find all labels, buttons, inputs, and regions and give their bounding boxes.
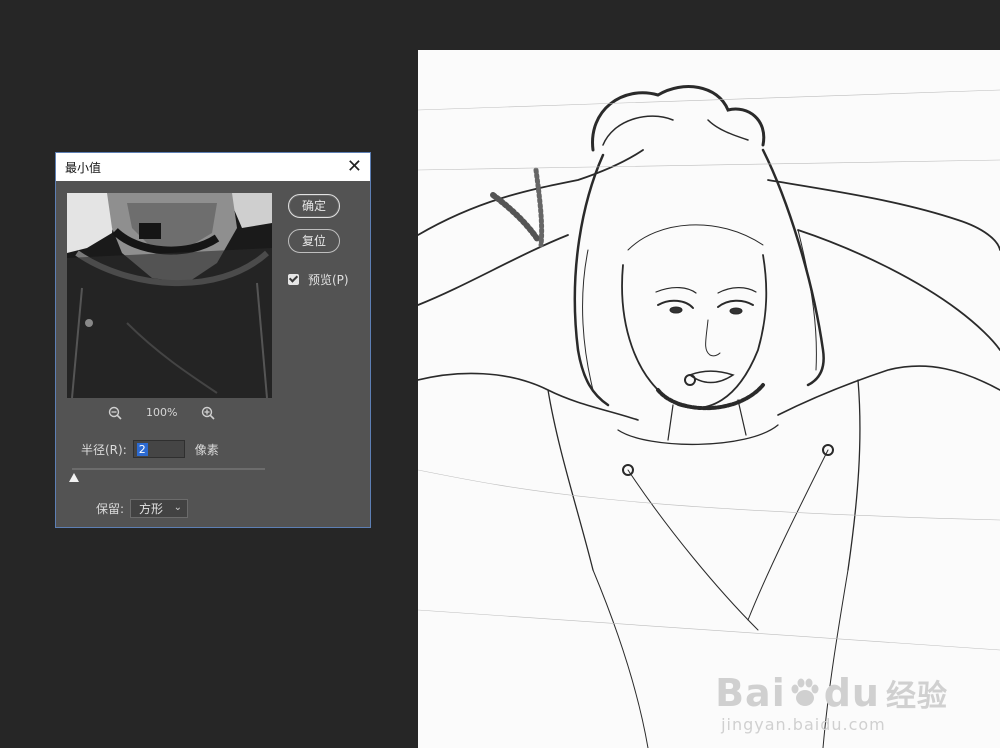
radius-unit: 像素 [194,442,219,457]
radius-input[interactable]: 2 [132,440,185,458]
baidu-logo: Bai du 经验 [715,671,948,715]
filter-preview[interactable] [67,193,272,398]
zoom-out-icon[interactable] [108,405,122,420]
watermark-url: jingyan.baidu.com [721,715,886,734]
preserve-label: 保留: [96,502,125,516]
dialog-titlebar[interactable]: 最小值 ✕ [56,153,370,181]
pencil-sketch-image [418,85,1000,748]
radius-slider[interactable] [72,468,265,470]
preview-checkbox[interactable] [288,274,299,285]
radius-slider-thumb[interactable] [69,473,79,482]
preview-image [67,193,272,398]
baidu-watermark: Bai du 经验 jingyan.baidu.com [715,671,948,734]
watermark-text-jingyan: 经验 [886,679,948,714]
zoom-controls: 100% [108,405,216,420]
zoom-in-icon[interactable] [201,405,216,420]
dialog-title: 最小值 [65,160,102,175]
reset-button[interactable]: 复位 [288,229,340,253]
radius-label: 半径(R): [81,442,127,457]
preview-checkbox-label: 预览(P) [308,273,349,287]
chevron-down-icon: ⌄ [173,502,183,513]
preserve-selected-value: 方形 [139,502,164,516]
paw-icon [788,676,822,710]
zoom-percent: 100% [146,405,178,419]
radius-row: 半径(R): 2 像素 [81,440,219,458]
watermark-text-du: du [823,671,880,715]
radius-value: 2 [136,442,148,456]
ok-button[interactable]: 确定 [288,194,340,218]
watermark-text-bai: Bai [715,671,786,715]
minimum-filter-dialog: 最小值 ✕ 确定 复位 预览(P) 100% 半径(R): 2 像素 保留: 方… [55,152,371,528]
close-icon[interactable]: ✕ [347,158,362,176]
preserve-row: 保留: 方形 ⌄ [96,499,189,518]
preserve-select[interactable]: 方形 ⌄ [130,499,189,518]
document-canvas[interactable]: Bai du 经验 jingyan.baidu.com [418,50,1000,748]
preview-toggle[interactable]: 预览(P) [288,271,349,288]
